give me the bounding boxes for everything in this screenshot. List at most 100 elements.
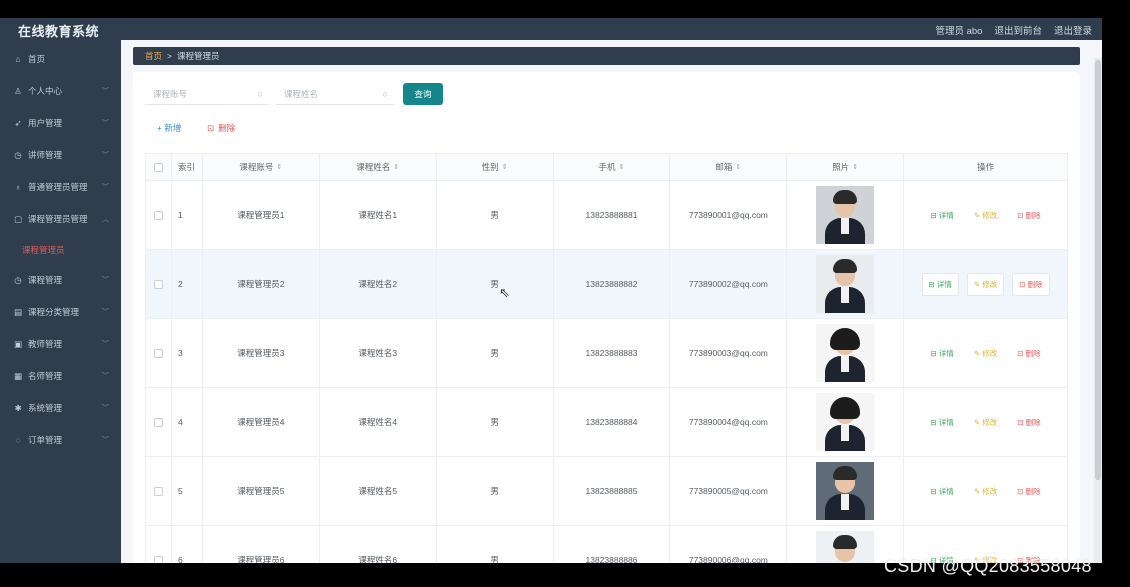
delete-button[interactable]: ⊡ 删除 [1011, 481, 1046, 502]
header-index-label: 索引 [177, 162, 195, 172]
sidebar-item-5[interactable]: ▢ 课程管理员管理 ︿ [0, 209, 121, 229]
detail-button[interactable]: ⊟ 详情 [921, 272, 959, 296]
header-name-label: 课程姓名 [356, 162, 391, 172]
avatar-shirt [841, 218, 850, 234]
header-phone-label: 手机 [598, 162, 616, 172]
top-letterbox [0, 0, 1130, 18]
chevron-down-icon: ﹀ [102, 341, 109, 348]
cell-email-text: 773890005@qq.com [688, 486, 768, 496]
row-checkbox[interactable] [153, 279, 163, 289]
sidebar-item-2[interactable]: ➶ 用户管理 ﹀ [0, 113, 121, 133]
sidebar-item-11[interactable]: ◌ 订单管理 ﹀ [0, 430, 121, 450]
back-to-front-link[interactable]: 退出到前台 [994, 23, 1042, 37]
header-name[interactable]: 课程姓名 ⇕ [320, 154, 437, 180]
scrollbar-thumb[interactable] [1095, 60, 1101, 480]
breadcrumb: 首页 > 课程管理员 [133, 47, 1080, 65]
cell-gender: 男 [437, 250, 554, 318]
account-search-field[interactable]: 课程账号 ○ [145, 83, 269, 105]
sidebar-subitem-course-admin[interactable]: 课程管理员 [22, 244, 65, 256]
header-gender-label: 性别 [481, 162, 499, 172]
edit-button[interactable]: ✎ 修改 [968, 481, 1003, 502]
sidebar-item-3[interactable]: ◷ 讲师管理 ﹀ [0, 145, 121, 165]
avatar[interactable] [816, 186, 875, 244]
gear-icon: ✱ [14, 402, 22, 413]
logout-link[interactable]: 退出登录 [1054, 23, 1092, 37]
row-checkbox[interactable] [153, 555, 163, 563]
edit-button[interactable]: ✎ 修改 [968, 343, 1003, 364]
row-checkbox[interactable] [153, 486, 163, 496]
cell-gender: 男 [437, 319, 554, 387]
table-row[interactable]: 5 课程管理员5 课程姓名5 男 13823888885 773890005@qq.com… [146, 457, 1069, 526]
account-search-input[interactable]: 课程账号 [145, 88, 251, 100]
table-row[interactable]: 2 课程管理员2 课程姓名2 男 13823888882 773890002@qq.com… [146, 250, 1069, 319]
sort-icon[interactable]: ⇕ [393, 163, 399, 171]
sort-icon[interactable]: ⇕ [852, 163, 858, 171]
cell-phone-text: 13823888885 [585, 486, 638, 496]
name-search-input[interactable]: 课程姓名 [276, 88, 376, 100]
avatar-shirt [841, 356, 850, 372]
edit-button[interactable]: ✎ 修改 [968, 205, 1003, 226]
sidebar-item-10[interactable]: ✱ 系统管理 ﹀ [0, 398, 121, 418]
sidebar-item-9[interactable]: ▦ 名师管理 ﹀ [0, 366, 121, 386]
cell-phone-text: 13823888883 [585, 348, 638, 358]
sort-icon[interactable]: ⇕ [619, 163, 625, 171]
detail-button-label: 详情 [938, 417, 954, 427]
avatar[interactable] [816, 462, 875, 520]
header-email[interactable]: 邮箱 ⇕ [670, 154, 788, 180]
header-photo[interactable]: 照片 ⇕ [787, 154, 905, 180]
table-row[interactable]: 1 课程管理员1 课程姓名1 男 13823888881 773890001@qq.com… [146, 181, 1069, 250]
cell-email: 773890003@qq.com [670, 319, 788, 387]
header-account[interactable]: 课程账号 ⇕ [203, 154, 320, 180]
header-gender[interactable]: 性别 ⇕ [437, 154, 554, 180]
row-checkbox[interactable] [153, 417, 163, 427]
detail-button[interactable]: ⊟ 详情 [925, 412, 960, 433]
delete-button-label: 删除 [1025, 486, 1041, 496]
avatar[interactable] [816, 531, 875, 563]
detail-icon: ⊟ [930, 348, 939, 358]
sidebar: ⌂ 首页 ♙ 个人中心 ﹀ ➶ 用户管理 ﹀ ◷ 讲师管理 ﹀ ♁ 普通管理员管理 ﹀ ▢ 课程管理员管理 ︿ ◷… [0, 40, 121, 563]
sidebar-item-8[interactable]: ▣ 教师管理 ﹀ [0, 334, 121, 354]
header-operations-label: 操作 [977, 162, 995, 172]
table-row[interactable]: 3 课程管理员3 课程姓名3 男 13823888883 773890003@qq.com… [146, 319, 1069, 388]
add-button[interactable]: + 新增 [157, 122, 181, 134]
edit-button[interactable]: ✎ 修改 [966, 272, 1005, 296]
app-title: 在线教育系统 [18, 24, 100, 39]
cell-phone-text: 13823888884 [585, 417, 638, 427]
delete-button[interactable]: ⊡ 删除 [1012, 272, 1050, 296]
name-search-field[interactable]: 课程姓名 ○ [276, 83, 394, 105]
cell-index: 1 [172, 181, 203, 249]
row-checkbox[interactable] [153, 348, 163, 358]
detail-button[interactable]: ⊟ 详情 [925, 481, 960, 502]
sidebar-item-6[interactable]: ◷ 课程管理 ﹀ [0, 270, 121, 290]
sort-icon[interactable]: ⇕ [502, 163, 508, 171]
sort-icon[interactable]: ⇕ [735, 163, 741, 171]
detail-button[interactable]: ⊟ 详情 [925, 205, 960, 226]
delete-button[interactable]: ⊡ 删除 [1011, 343, 1046, 364]
avatar[interactable] [816, 324, 875, 382]
sidebar-item-1[interactable]: ♙ 个人中心 ﹀ [0, 81, 121, 101]
list-icon: ▦ [13, 370, 23, 381]
sidebar-item-7[interactable]: ▤ 课程分类管理 ﹀ [0, 302, 121, 322]
select-all-checkbox[interactable] [153, 162, 163, 172]
delete-button[interactable]: ⊡ 删除 [1011, 412, 1046, 433]
sort-icon[interactable]: ⇕ [276, 163, 282, 171]
row-checkbox[interactable] [153, 210, 163, 220]
page-scrollbar[interactable] [1094, 58, 1102, 563]
cell-photo [787, 250, 905, 318]
avatar[interactable] [816, 255, 875, 313]
edit-button[interactable]: ✎ 修改 [968, 412, 1003, 433]
avatar[interactable] [816, 393, 875, 451]
header-phone[interactable]: 手机 ⇕ [554, 154, 671, 180]
breadcrumb-home[interactable]: 首页 [145, 50, 162, 62]
detail-button[interactable]: ⊟ 详情 [925, 343, 960, 364]
sidebar-item-4[interactable]: ♁ 普通管理员管理 ﹀ [0, 177, 121, 197]
table-row[interactable]: 4 课程管理员4 课程姓名4 男 13823888884 773890004@qq.com… [146, 388, 1069, 457]
cell-name: 课程姓名6 [320, 526, 437, 563]
detail-icon: ⊟ [930, 486, 939, 496]
batch-delete-button[interactable]: ⊡ 删除 [207, 122, 235, 134]
chevron-down-icon: ﹀ [102, 120, 109, 127]
sidebar-item-0[interactable]: ⌂ 首页 [0, 49, 121, 69]
query-button[interactable]: 查询 [403, 83, 443, 105]
cell-gender-text: 男 [490, 279, 499, 289]
delete-button[interactable]: ⊡ 删除 [1011, 205, 1046, 226]
